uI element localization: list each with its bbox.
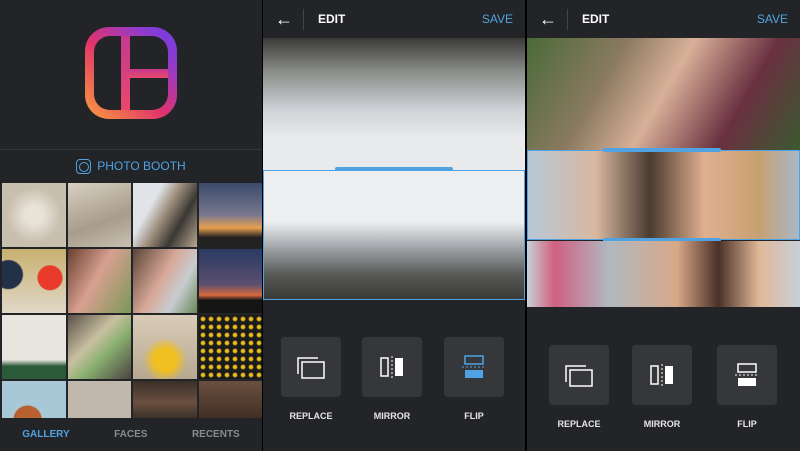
resize-handle-top[interactable]	[603, 148, 721, 152]
photo-cell-flipped[interactable]	[263, 38, 525, 170]
flip-button[interactable]: FLIP	[444, 337, 504, 421]
photo-thumbnail[interactable]	[133, 315, 197, 379]
layout-app-logo	[85, 27, 177, 119]
photo-booth-label: PHOTO BOOTH	[97, 159, 186, 173]
replace-button[interactable]: REPLACE	[549, 345, 609, 429]
photo-thumbnail[interactable]	[67, 249, 131, 313]
back-arrow-icon[interactable]: ←	[539, 8, 568, 30]
photo-cell-selected[interactable]	[527, 150, 800, 240]
photo-thumbnail[interactable]	[198, 183, 262, 247]
mirror-label: MIRROR	[373, 411, 411, 421]
save-button[interactable]: SAVE	[482, 12, 513, 26]
photo-thumbnail[interactable]	[133, 381, 197, 418]
resize-handle[interactable]	[335, 167, 453, 171]
photo-thumbnail[interactable]	[198, 381, 262, 418]
replace-icon	[297, 357, 325, 379]
photo-thumbnail[interactable]	[67, 381, 131, 418]
mirror-button[interactable]: MIRROR	[362, 337, 422, 421]
gallery-screen: PHOTO BOOTH GALLERY FACES RECENTS	[0, 0, 262, 451]
photo-booth-button[interactable]: PHOTO BOOTH	[0, 150, 262, 182]
photo-cell[interactable]	[527, 38, 800, 150]
photo-thumbnail[interactable]	[2, 381, 66, 418]
edit-title: EDIT	[582, 12, 610, 26]
flip-icon	[462, 355, 486, 378]
mirror-icon	[650, 364, 673, 386]
save-button[interactable]: SAVE	[757, 12, 788, 26]
photo-thumbnail[interactable]	[133, 249, 197, 313]
photo-cell[interactable]	[527, 241, 800, 307]
photo-thumbnail[interactable]	[2, 249, 66, 313]
photo-thumbnail[interactable]	[67, 183, 131, 247]
photo-thumbnail[interactable]	[2, 315, 66, 379]
replace-icon	[565, 365, 593, 387]
photo-thumbnail[interactable]	[198, 315, 262, 379]
photo-thumbnail[interactable]	[2, 183, 66, 247]
replace-label: REPLACE	[557, 419, 601, 429]
gallery-tabs: GALLERY FACES RECENTS	[0, 418, 262, 451]
photo-thumbnail[interactable]	[67, 315, 131, 379]
photo-grid	[2, 183, 262, 418]
photo-cell-selected[interactable]	[263, 170, 525, 300]
mirror-icon	[380, 356, 403, 378]
back-arrow-icon[interactable]: ←	[275, 8, 304, 30]
tab-gallery[interactable]: GALLERY	[22, 429, 69, 440]
tab-recents[interactable]: RECENTS	[192, 429, 240, 440]
flip-button[interactable]: FLIP	[717, 345, 777, 429]
replace-button[interactable]: REPLACE	[281, 337, 341, 421]
photo-thumbnail[interactable]	[133, 183, 197, 247]
flip-label: FLIP	[464, 411, 484, 421]
camera-icon	[76, 158, 92, 174]
tab-faces[interactable]: FACES	[114, 429, 147, 440]
flip-icon	[735, 363, 759, 386]
edit-screen-flip: ← EDIT SAVE REPLACE MIRROR FLIP	[263, 0, 525, 451]
replace-label: REPLACE	[289, 411, 333, 421]
flip-label: FLIP	[737, 419, 757, 429]
mirror-label: MIRROR	[643, 419, 681, 429]
mirror-button[interactable]: MIRROR	[632, 345, 692, 429]
edit-title: EDIT	[318, 12, 346, 26]
edit-screen-selfie: ← EDIT SAVE REPLACE MIRROR FLIP	[527, 0, 800, 451]
photo-thumbnail[interactable]	[198, 249, 262, 313]
